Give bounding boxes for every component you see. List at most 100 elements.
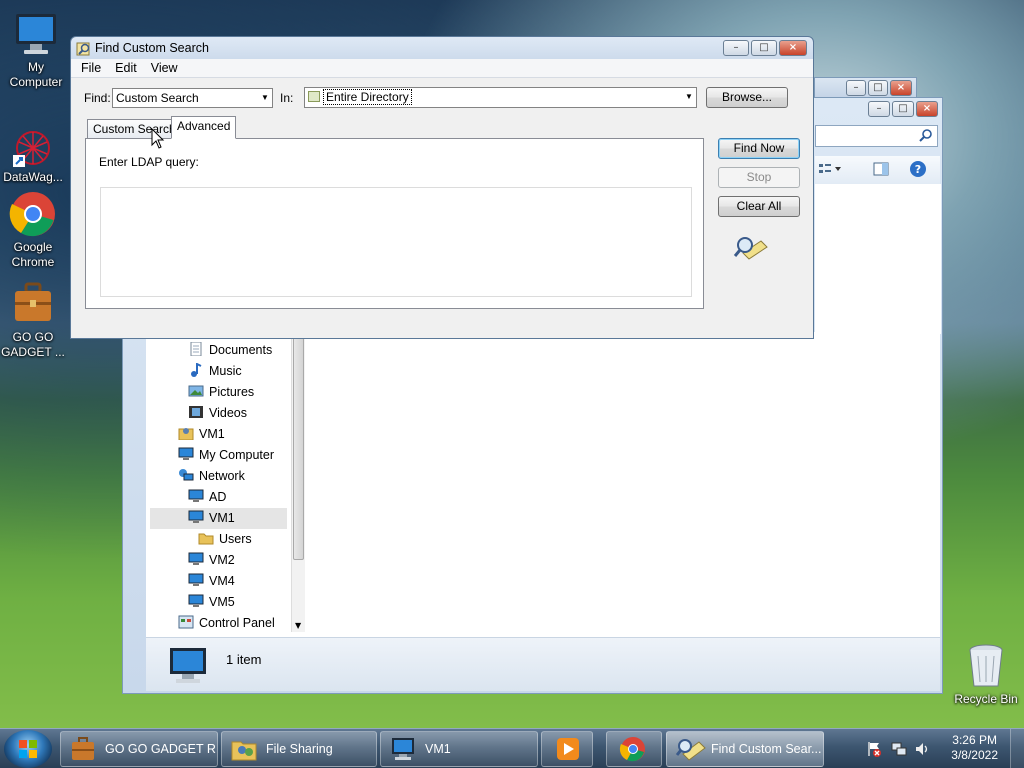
close-icon[interactable]: × [779,40,807,56]
tab-custom-search[interactable]: Custom Search [87,119,182,140]
system-clock[interactable]: 3:26 PM 3/8/2022 [951,733,998,763]
browse-button[interactable]: Browse... [706,87,788,108]
search-icon[interactable] [919,128,933,145]
taskbar-item-vm1[interactable]: VM1 [380,731,538,767]
clock-time: 3:26 PM [952,733,997,747]
nav-item-my-computer[interactable]: My Computer [178,445,274,466]
nav-item-ad[interactable]: AD [188,487,226,508]
desktop-icon-my-computer[interactable]: My Computer [0,10,72,90]
windows-logo-icon [19,740,37,758]
control-panel-icon [178,615,194,629]
network-icon [178,468,194,482]
nav-item-pictures[interactable]: Pictures [188,382,254,403]
nav-item-label: AD [209,490,227,504]
find-dropdown[interactable]: Custom Search ▼ [112,88,273,108]
scrollbar-thumb[interactable] [293,332,304,560]
preview-pane-icon[interactable] [873,161,889,180]
briefcase-icon [69,736,97,762]
taskbar-item-label: GO GO GADGET R... [105,742,218,756]
in-dropdown[interactable]: Entire Directory ▼ [304,87,697,108]
desktop-icon-go-go-gadget[interactable]: GO GO GADGET ... [0,280,69,360]
search-animation-icon [733,233,769,264]
nav-item-label: Documents [209,343,273,357]
music-icon [188,362,204,377]
action-center-flag-icon[interactable] [866,741,882,757]
close-icon[interactable]: × [890,80,912,96]
stop-button: Stop [718,167,800,188]
recycle-bin-icon [966,642,1006,690]
menu-view[interactable]: View [144,59,185,77]
computer-icon [389,736,417,762]
computer-icon [178,447,194,461]
mouse-cursor-icon [151,127,165,153]
search-input[interactable] [815,125,938,147]
nav-item-vm1-user[interactable]: VM1 [178,424,225,445]
nav-item-label: My Computer [199,448,275,462]
nav-item-users[interactable]: Users [198,529,252,550]
documents-icon [188,341,204,357]
nav-item-videos[interactable]: Videos [188,403,247,424]
nav-item-label: Network [199,469,245,483]
help-icon[interactable]: ? [909,160,927,181]
file-sharing-icon [230,736,258,762]
clear-all-button[interactable]: Clear All [718,196,800,217]
tab-advanced[interactable]: Advanced [171,116,237,139]
minimize-icon[interactable]: – [868,101,890,117]
find-now-button[interactable]: Find Now [718,138,800,159]
minimize-icon[interactable]: – [723,40,749,56]
dialog-title: Find Custom Search [95,41,209,55]
menu-file[interactable]: File [74,59,108,77]
nav-item-network[interactable]: Network [178,466,245,487]
nav-item-label: Control Panel [199,616,275,630]
nav-item-vm4[interactable]: VM4 [188,571,235,592]
desktop-icon-recycle-bin[interactable]: Recycle Bin [950,642,1022,707]
close-icon[interactable]: × [916,101,938,117]
maximize-icon[interactable]: □ [868,80,888,96]
nav-item-vm1[interactable]: VM1 [150,508,287,529]
desktop-icon-datawag[interactable]: DataWag... [0,128,69,185]
scroll-down-icon[interactable]: ▼ [295,621,301,630]
nav-item-music[interactable]: Music [188,361,242,382]
advanced-tab-panel: Enter LDAP query: [85,138,704,309]
computer-icon [166,646,210,689]
nav-item-vm2[interactable]: VM2 [188,550,235,571]
maximize-icon[interactable]: □ [892,101,914,117]
taskbar-item-go-go-gadget[interactable]: GO GO GADGET R... [60,731,218,767]
nav-item-label: VM5 [209,595,235,609]
taskbar-item-chrome[interactable] [606,731,662,767]
find-custom-search-dialog[interactable]: Find Custom Search – □ × File Edit View Fi… [70,36,814,339]
maximize-icon[interactable]: □ [751,40,777,56]
find-icon [76,41,92,60]
taskbar-item-media-player[interactable] [541,731,593,767]
desktop-icon-label: GO GO GADGET ... [1,330,65,359]
volume-icon[interactable] [914,741,930,757]
ldap-query-label: Enter LDAP query: [99,155,199,169]
show-desktop-button[interactable] [1010,729,1024,768]
desktop-icon-google-chrome[interactable]: Google Chrome [0,190,69,270]
nav-item-documents[interactable]: Documents [188,340,272,361]
nav-item-control-panel[interactable]: Control Panel [178,613,275,634]
taskbar-item-find-custom-search[interactable]: Find Custom Sear... [666,731,824,767]
background-window[interactable]: – □ × [814,77,917,99]
find-label: Find: [84,91,111,105]
chevron-down-icon[interactable]: ▼ [258,89,272,107]
views-icon[interactable] [819,162,845,179]
nav-item-label: VM1 [199,427,225,441]
minimize-icon[interactable]: – [846,80,866,96]
chevron-down-icon[interactable]: ▼ [682,88,696,106]
computer-icon [12,10,60,58]
menu-edit[interactable]: Edit [108,59,144,77]
network-icon[interactable] [891,741,907,757]
item-count: 1 item [226,652,262,667]
computer-icon [188,510,204,524]
in-value: Entire Directory [323,89,412,105]
ldap-query-input[interactable] [100,187,692,297]
navigation-scrollbar[interactable]: ▼ [291,332,305,632]
start-button[interactable] [4,730,52,768]
find-icon [675,736,706,762]
taskbar-item-label: Find Custom Sear... [711,742,822,756]
nav-item-vm5[interactable]: VM5 [188,592,235,613]
taskbar-item-file-sharing[interactable]: File Sharing [221,731,377,767]
taskbar: GO GO GADGET R... File Sharing VM1 Find … [0,728,1024,768]
nav-item-label: Music [209,364,242,378]
